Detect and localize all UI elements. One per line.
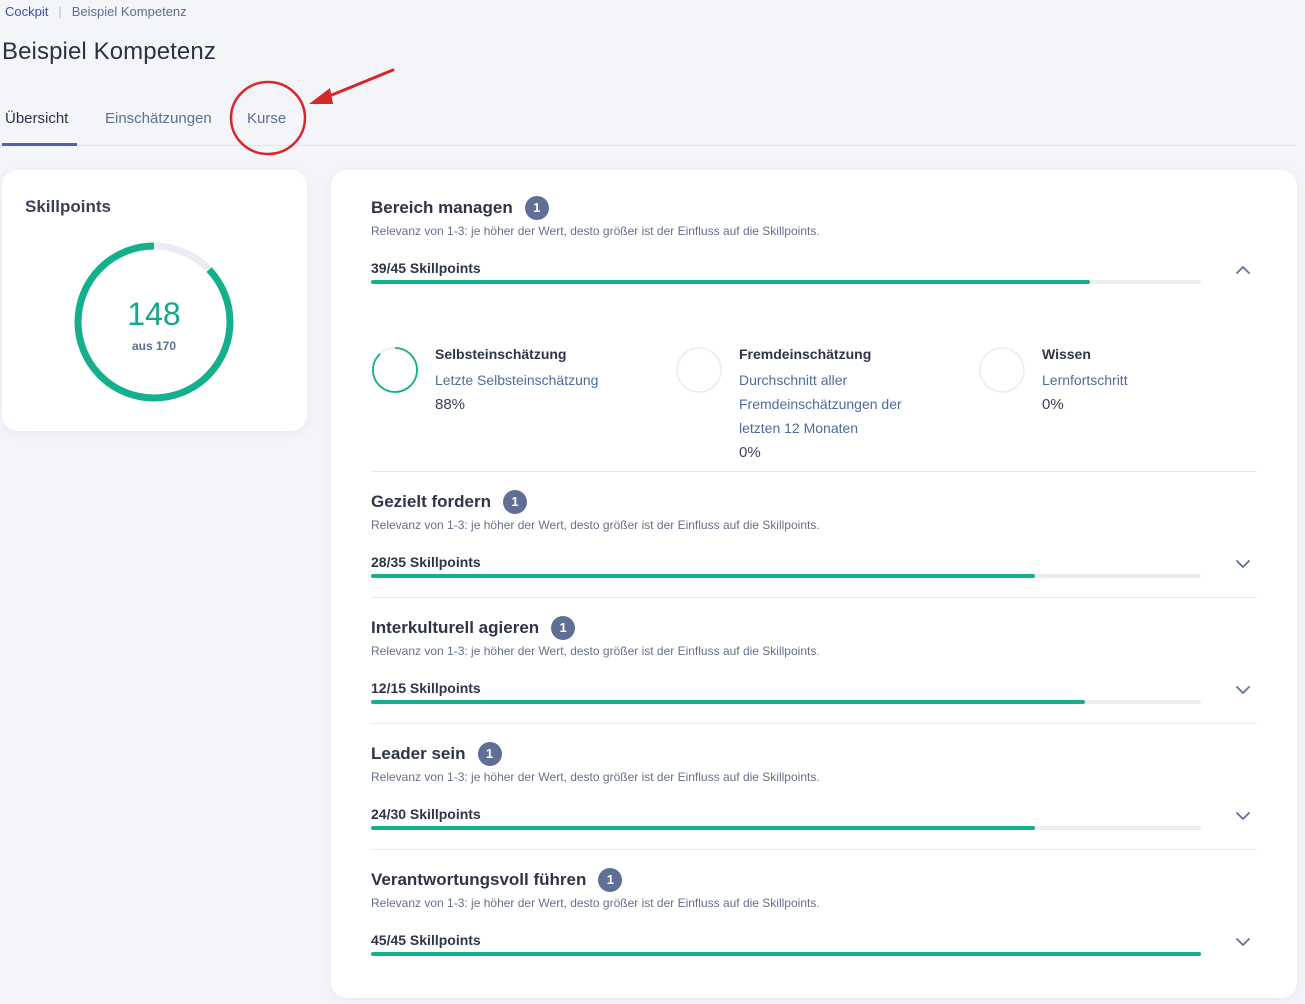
section-progress-bar xyxy=(371,574,1201,578)
skillpoints-total: aus 170 xyxy=(131,339,177,353)
section-progress-fill xyxy=(371,280,1091,284)
section-title: Bereich managen 1 xyxy=(371,196,549,220)
chevron-up-icon[interactable] xyxy=(1233,260,1253,280)
section-progress-bar xyxy=(371,280,1201,284)
section-title-text: Interkulturell agieren xyxy=(371,618,540,637)
metric-ring-track xyxy=(676,347,722,393)
section-progress-bar xyxy=(371,826,1201,830)
metric-value: 88% xyxy=(435,396,466,413)
section-description: Relevanz von 1-3: je höher der Wert, des… xyxy=(371,224,820,238)
section-progress-fill xyxy=(371,574,1035,578)
metric-ring-track xyxy=(979,347,1025,393)
section-points: 45/45 Skillpoints xyxy=(371,932,481,948)
section-points: 24/30 Skillpoints xyxy=(371,806,481,822)
tab-einschaetzungen[interactable]: Einschätzungen xyxy=(105,110,212,127)
relevance-badge: 1 xyxy=(551,616,576,640)
section-progress-bar xyxy=(371,700,1201,704)
metric-progress-ring xyxy=(676,347,722,393)
relevance-badge: 1 xyxy=(502,490,527,514)
metric-progress-ring xyxy=(979,347,1025,393)
section-title: Leader sein 1 xyxy=(371,742,502,766)
active-tab-indicator xyxy=(2,143,77,146)
section-points: 28/35 Skillpoints xyxy=(371,554,481,570)
section-title-text: Gezielt fordern xyxy=(371,492,491,511)
section-progress-fill xyxy=(371,952,1201,956)
relevance-badge: 1 xyxy=(598,868,623,892)
metric-link[interactable]: Lernfortschritt xyxy=(1042,368,1242,392)
metric-link[interactable]: Durchschnitt aller Fremdeinschätzungen d… xyxy=(739,368,929,440)
section-divider xyxy=(371,849,1257,850)
page-title: Beispiel Kompetenz xyxy=(2,38,216,65)
section-description: Relevanz von 1-3: je höher der Wert, des… xyxy=(371,770,820,784)
competence-areas-card: Bereich managen 1 Relevanz von 1-3: je hö… xyxy=(331,170,1297,998)
section-divider xyxy=(371,597,1257,598)
section-divider xyxy=(371,723,1257,724)
metric-value: 0% xyxy=(739,444,761,461)
metric-progress-ring xyxy=(372,347,418,393)
section-points: 12/15 Skillpoints xyxy=(371,680,481,696)
chevron-down-icon[interactable] xyxy=(1233,680,1253,700)
metric-ring-arc xyxy=(372,347,418,393)
section-description: Relevanz von 1-3: je höher der Wert, des… xyxy=(371,518,820,532)
section-title: Verantwortungsvoll führen 1 xyxy=(371,868,623,892)
breadcrumb-current: Beispiel Kompetenz xyxy=(71,4,187,19)
section-description: Relevanz von 1-3: je höher der Wert, des… xyxy=(371,896,820,910)
chevron-down-icon[interactable] xyxy=(1233,554,1253,574)
tab-kurse[interactable]: Kurse xyxy=(247,110,286,127)
skillpoints-title: Skillpoints xyxy=(25,197,111,216)
section-title-text: Verantwortungsvoll führen xyxy=(371,870,587,889)
breadcrumb-cockpit-link[interactable]: Cockpit xyxy=(5,4,48,19)
section-progress-fill xyxy=(371,700,1085,704)
section-title-text: Leader sein xyxy=(371,744,466,763)
breadcrumb-separator: | xyxy=(58,4,62,19)
annotation-arrow-shaft xyxy=(320,68,395,101)
chevron-down-icon[interactable] xyxy=(1233,932,1253,952)
chevron-down-icon[interactable] xyxy=(1233,806,1253,826)
section-title-text: Bereich managen xyxy=(371,198,513,217)
breadcrumb: Cockpit | Beispiel Kompetenz xyxy=(5,4,187,19)
relevance-badge: 1 xyxy=(477,742,502,766)
metric-title: Fremdeinschätzung xyxy=(739,346,872,362)
metric-value: 0% xyxy=(1042,396,1064,413)
skillpoints-value: 148 xyxy=(127,296,181,332)
metric-title: Selbsteinschätzung xyxy=(435,346,567,362)
section-title: Gezielt fordern 1 xyxy=(371,490,527,514)
tab-uebersicht[interactable]: Übersicht xyxy=(5,110,68,127)
section-points: 39/45 Skillpoints xyxy=(371,260,481,276)
relevance-badge: 1 xyxy=(524,196,549,220)
tab-bar: Übersicht Einschätzungen Kurse xyxy=(0,98,1296,146)
metric-link[interactable]: Letzte Selbsteinschätzung xyxy=(435,368,635,392)
section-progress-bar xyxy=(371,952,1201,956)
section-description: Relevanz von 1-3: je höher der Wert, des… xyxy=(371,644,820,658)
section-progress-fill xyxy=(371,826,1035,830)
section-title: Interkulturell agieren 1 xyxy=(371,616,576,640)
section-divider xyxy=(371,471,1257,472)
metric-title: Wissen xyxy=(1042,346,1091,362)
